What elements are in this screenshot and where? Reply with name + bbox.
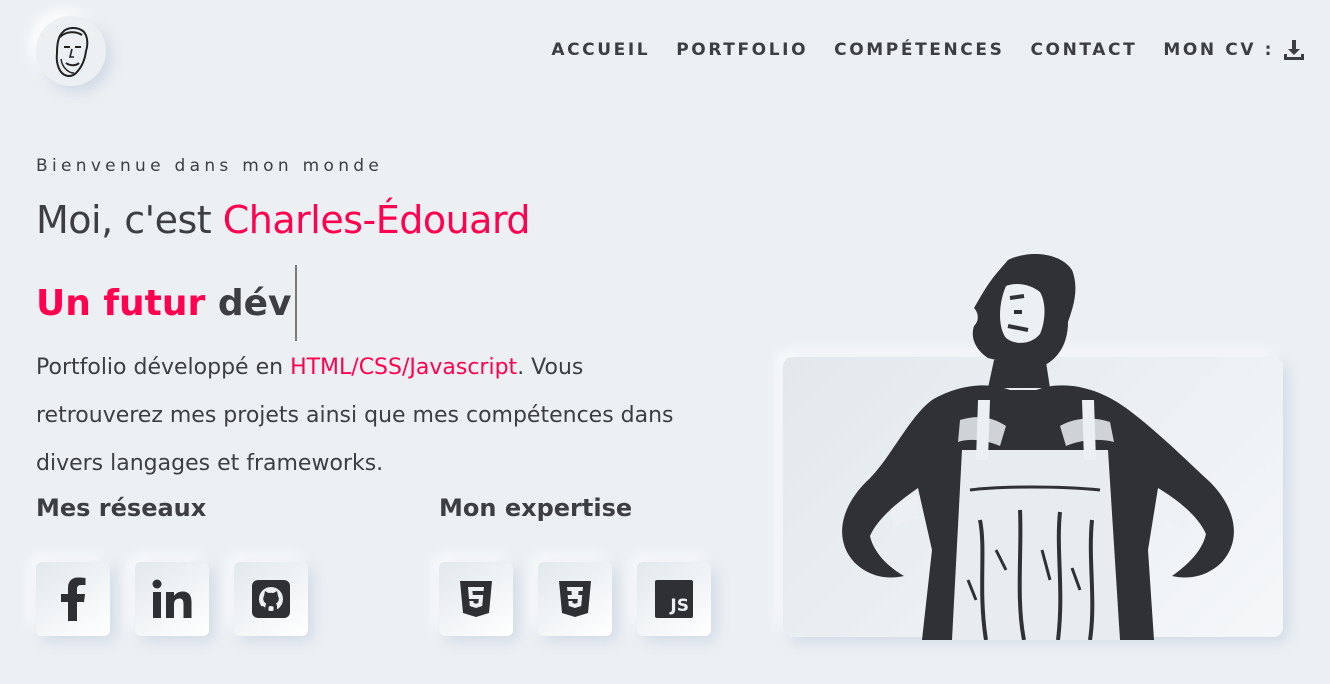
github-button[interactable]	[234, 562, 308, 636]
face-sketch-icon	[55, 27, 89, 77]
html5-icon	[460, 581, 492, 617]
nav-item-portfolio[interactable]: PORTFOLIO	[676, 40, 808, 60]
nav-item-cv[interactable]: MON CV :	[1163, 38, 1306, 62]
typed-prefix: Un futur	[36, 282, 206, 324]
linkedin-icon	[152, 579, 192, 618]
nav-item-competences[interactable]: COMPÉTENCES	[834, 40, 1004, 60]
title-name: Charles-Édouard	[222, 198, 531, 242]
nav-item-contact[interactable]: CONTACT	[1030, 40, 1137, 60]
nav-item-accueil[interactable]: ACCUEIL	[551, 40, 650, 60]
css3-button[interactable]	[538, 562, 612, 636]
title-prefix: Moi, c'est	[36, 198, 223, 242]
typed-headline: Un futur dév	[36, 264, 298, 342]
download-icon	[1284, 40, 1304, 60]
javascript-icon: JS	[655, 580, 693, 618]
hero-description: Portfolio développé en HTML/CSS/Javascri…	[36, 344, 696, 488]
welcome-text: Bienvenue dans mon monde	[36, 156, 384, 176]
description-tech: HTML/CSS/Javascript	[290, 355, 518, 380]
worker-illustration	[842, 254, 1234, 640]
expertise-row: JS	[439, 562, 711, 636]
javascript-badge: JS	[670, 596, 689, 616]
networks-row	[36, 562, 308, 636]
description-before: Portfolio développé en	[36, 355, 291, 380]
networks-title: Mes réseaux	[36, 494, 207, 522]
javascript-button[interactable]: JS	[637, 562, 711, 636]
github-icon	[252, 580, 290, 618]
cv-label: MON CV :	[1163, 40, 1274, 60]
linkedin-button[interactable]	[135, 562, 209, 636]
expertise-title: Mon expertise	[439, 494, 633, 522]
typing-cursor	[295, 265, 298, 341]
css3-icon	[559, 581, 591, 617]
typed-word: dév	[217, 282, 292, 324]
facebook-icon	[61, 577, 86, 621]
logo-avatar[interactable]	[36, 16, 106, 86]
html5-button[interactable]	[439, 562, 513, 636]
facebook-button[interactable]	[36, 562, 110, 636]
page-title: Moi, c'est Charles-Édouard	[36, 198, 531, 242]
main-nav: ACCUEIL PORTFOLIO COMPÉTENCES CONTACT MO…	[551, 38, 1306, 62]
